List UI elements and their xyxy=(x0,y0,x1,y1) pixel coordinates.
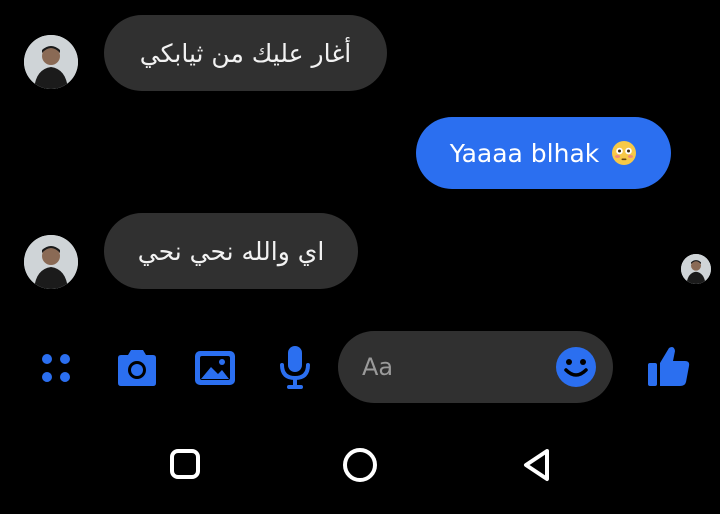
message-bubble-outgoing[interactable]: Yaaaa blhak xyxy=(416,117,671,189)
read-receipt-avatar xyxy=(681,254,711,284)
camera-icon[interactable] xyxy=(113,347,161,389)
sender-avatar[interactable] xyxy=(24,235,78,289)
message-text: اي والله نحي نحي xyxy=(137,236,325,266)
sender-avatar[interactable] xyxy=(24,35,78,89)
message-bubble-incoming[interactable]: أغار عليك من ثيابكي xyxy=(104,15,387,91)
message-bubble-incoming[interactable]: اي والله نحي نحي xyxy=(104,213,358,289)
microphone-icon[interactable] xyxy=(277,343,313,391)
emoji-icon[interactable] xyxy=(555,346,597,388)
message-text: أغار عليك من ثيابكي xyxy=(139,38,352,68)
message-input-placeholder: Aa xyxy=(362,353,394,381)
back-icon[interactable] xyxy=(519,446,553,484)
message-text: Yaaaa blhak xyxy=(449,138,600,168)
home-icon[interactable] xyxy=(341,446,379,484)
message-input[interactable]: Aa xyxy=(338,331,613,403)
recents-icon[interactable] xyxy=(168,447,202,481)
apps-icon[interactable] xyxy=(36,348,76,388)
flushed-face-emoji xyxy=(611,140,637,166)
gallery-icon[interactable] xyxy=(191,347,239,389)
thumbs-up-icon[interactable] xyxy=(644,343,692,389)
